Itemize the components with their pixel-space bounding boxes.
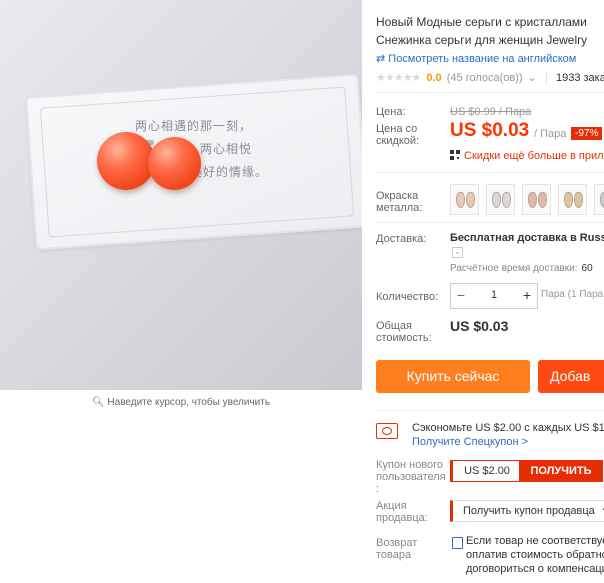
color-swatches [450, 184, 604, 215]
color-swatch[interactable] [486, 184, 516, 215]
rating-score: 0.0 [426, 72, 442, 84]
coupon-value: US $2.00 [450, 460, 522, 482]
total-label-line1: Общая [376, 320, 412, 332]
color-label-line1: Окраска [376, 190, 419, 202]
current-price: US $0.03 [450, 120, 530, 141]
earring-thumb [492, 192, 502, 208]
new-user-coupon-label-line1: Купон нового [376, 459, 444, 471]
shield-icon [452, 537, 463, 549]
old-price: US $0.99 / Пара [450, 106, 532, 118]
seller-promo-label-line2: продавца: [376, 512, 428, 524]
return-policy-line3: договориться о компенсаци [466, 563, 604, 575]
seller-coupon-select[interactable]: Получить купон продавца ▼ [450, 500, 604, 522]
shipping-label: Доставка: [376, 233, 427, 245]
get-coupon-link[interactable]: Получите Спецкупон > [412, 436, 528, 448]
return-policy-line2: оплатив стоимость обратно [466, 549, 604, 561]
chevron-down-icon[interactable]: ⌄ [452, 247, 463, 258]
price-unit: / Пара [534, 128, 567, 140]
color-swatch[interactable] [594, 184, 604, 215]
total-label: Общая стоимость: [376, 320, 432, 344]
color-label: Окраска металла: [376, 190, 422, 214]
earring-thumb [574, 192, 584, 208]
earring-thumb [466, 192, 475, 208]
quantity-increase-button[interactable]: + [517, 284, 537, 308]
image-text-line2: 两心相悦 [200, 142, 253, 156]
return-label-line2: товара [376, 549, 412, 561]
discount-price-label: Цена со скидкой: [376, 123, 419, 147]
divider [376, 222, 604, 223]
buy-now-button[interactable]: Купить сейчас [376, 360, 530, 393]
save-promo-text: Сэкономьте US $2.00 с каждых US $15.0 [412, 422, 604, 434]
translate-title-label: Посмотреть название на английском [388, 53, 577, 65]
earring-thumb [456, 192, 465, 208]
quantity-hint: Пара (1 Пара [541, 289, 604, 300]
image-text-line3: 美好的情缘。 [190, 165, 269, 179]
image-text-line1: 两心相遇的那一刻， [135, 119, 253, 133]
translate-title-link[interactable]: ⇄ Посмотреть название на английском [376, 52, 576, 65]
chevron-down-icon[interactable]: ⌄ [528, 72, 537, 84]
total-label-line2: стоимость: [376, 332, 432, 344]
shipping-time: Расчётное время доставки: 60 [450, 263, 593, 274]
earring-thumb [528, 192, 538, 208]
rating-row: ★★★★★ 0.0 (45 голоса(ов)) ⌄ 1933 зака [376, 71, 604, 84]
return-label: Возврат товара [376, 537, 417, 561]
divider [376, 172, 604, 173]
return-policy-line1: Если товар не соответствует [466, 535, 604, 547]
product-image[interactable]: 两心相遇的那一刻， 两心相悦 美好的情缘。 [0, 0, 362, 390]
return-label-line1: Возврат [376, 537, 418, 549]
return-policy-text: Если товар не соответствует оплатив стои… [466, 534, 604, 576]
seller-promo-label: Акция продавца: [376, 500, 428, 524]
earring-thumb [600, 192, 604, 208]
new-user-coupon-label-line3: : [376, 483, 380, 495]
shipping-time-label: Расчётное время доставки: [450, 263, 578, 274]
price-label: Цена: [376, 106, 406, 118]
product-title-line2: Снежинка серьги для женщин Jewelry [376, 33, 588, 47]
shipping-value: Бесплатная доставка в Russian [450, 232, 604, 244]
quantity-input[interactable]: 1 [477, 284, 511, 308]
earring-pearl-left [97, 132, 155, 190]
app-promo-text: Скидки ещё больше в прило [464, 150, 604, 162]
translate-icon: ⇄ [376, 53, 386, 65]
quantity-label: Количество: [376, 291, 439, 303]
earring-pearl-right [148, 137, 201, 190]
new-user-coupon-label: Купон нового пользователя : [376, 459, 446, 495]
color-swatch[interactable] [558, 184, 588, 215]
seller-promo-label-line1: Акция [376, 500, 407, 512]
earring-thumb [502, 192, 512, 208]
divider [545, 72, 547, 84]
gallery-panel: 两心相遇的那一刻， 两心相悦 美好的情缘。 🔍︎ Наведите курсор… [0, 0, 362, 583]
divider [376, 410, 604, 411]
search-icon: 🔍︎ [91, 397, 105, 408]
product-title: Новый Модные серьги с кристаллами Снежин… [376, 13, 604, 49]
color-swatch[interactable] [522, 184, 552, 215]
qr-code-icon [450, 150, 460, 160]
discount-price-label-line1: Цена со [376, 123, 418, 135]
total-value: US $0.03 [450, 318, 509, 334]
quantity-decrease-button[interactable]: − [451, 284, 471, 308]
earring-thumb [564, 192, 574, 208]
new-user-coupon-label-line2: пользователя [376, 471, 446, 483]
divider [376, 92, 604, 93]
rating-votes[interactable]: (45 голоса(ов)) [447, 72, 523, 84]
product-title-line1: Новый Модные серьги с кристаллами [376, 15, 587, 29]
product-info-panel: Новый Модные серьги с кристаллами Снежин… [362, 0, 604, 583]
zoom-hint-text: Наведите курсор, чтобы увеличить [107, 397, 271, 408]
shipping-time-value: 60 [581, 263, 593, 274]
color-swatch[interactable] [450, 184, 479, 215]
orders-count: 1933 зака [555, 72, 604, 84]
discount-price-label-line2: скидкой: [376, 135, 420, 147]
star-rating-icon: ★★★★★ [376, 72, 421, 84]
app-promo-link[interactable]: Скидки ещё больше в прило [450, 150, 604, 162]
quantity-stepper: − 1 + [450, 283, 538, 309]
get-coupon-button[interactable]: ПОЛУЧИТЬ [519, 460, 603, 482]
discount-badge: -97% [571, 127, 603, 140]
add-to-cart-button[interactable]: Добав [538, 360, 604, 393]
color-label-line2: металла: [376, 202, 423, 214]
zoom-hint: 🔍︎ Наведите курсор, чтобы увеличить [0, 397, 362, 408]
coupon-icon [376, 423, 398, 439]
seller-coupon-select-label: Получить купон продавца [463, 505, 595, 517]
earring-thumb [538, 192, 548, 208]
